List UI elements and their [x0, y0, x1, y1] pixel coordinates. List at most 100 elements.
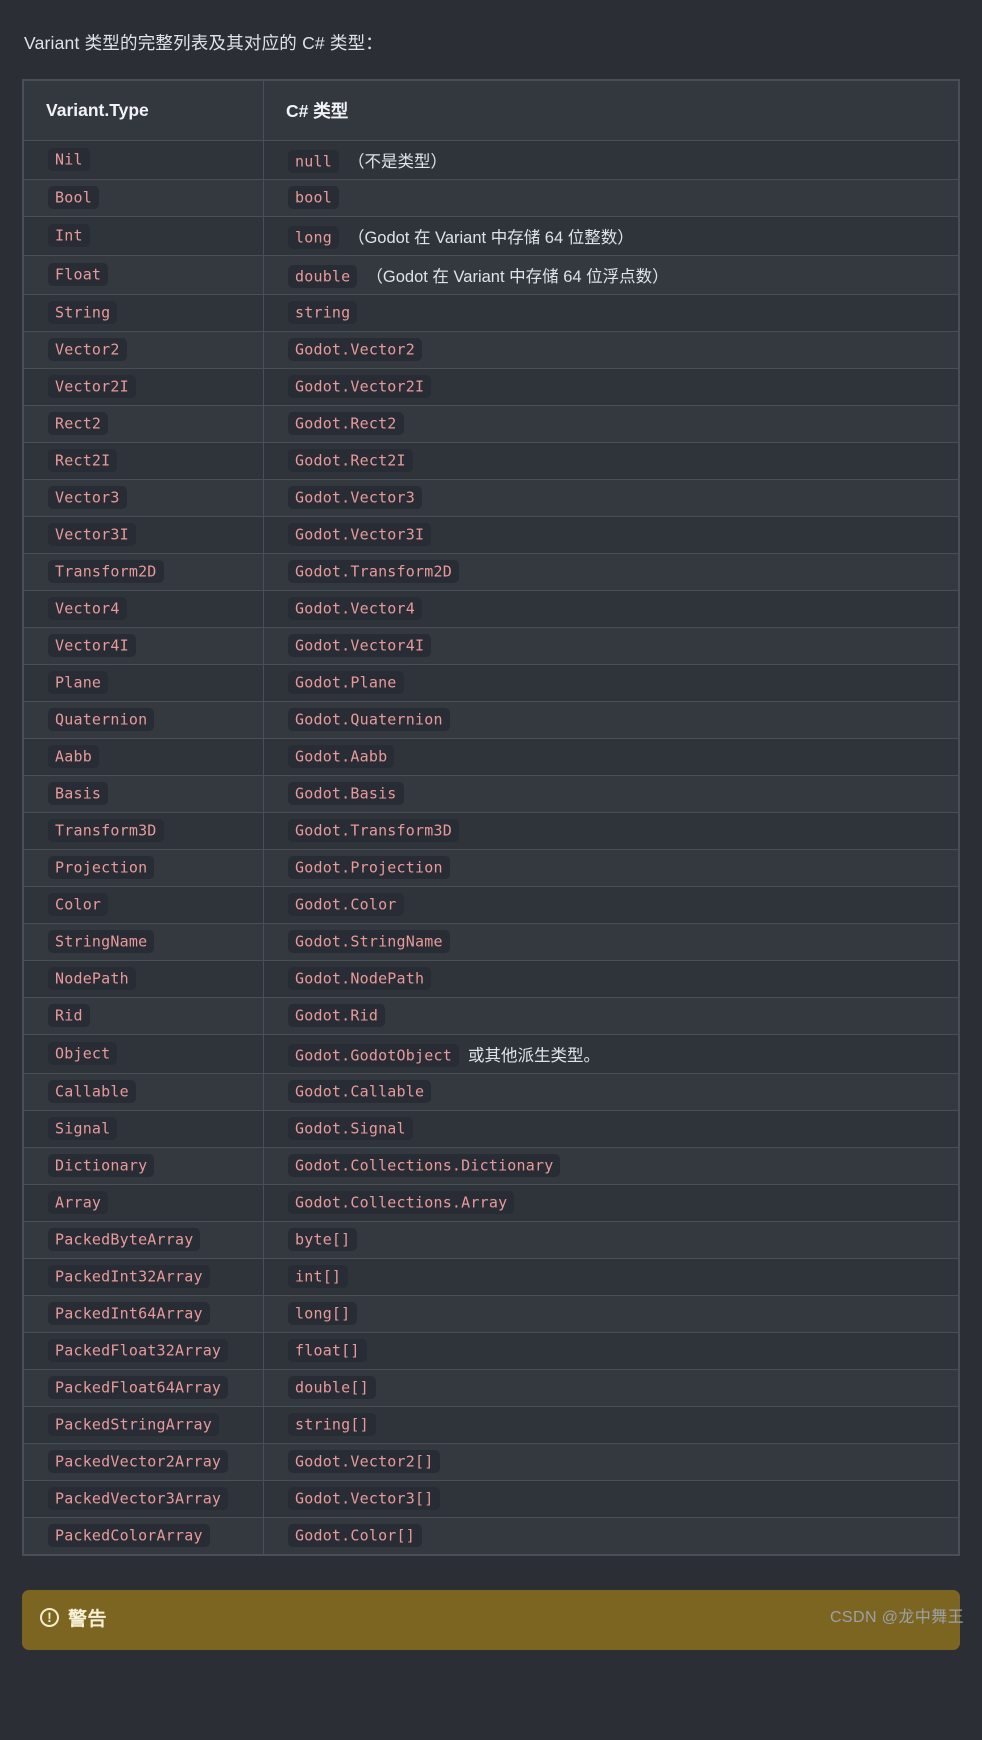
cell-variant-type: Vector4I [23, 626, 264, 665]
csdn-watermark: CSDN @龙中舞王 [829, 1608, 964, 1626]
csharp-type-code: Godot.Rid [288, 1003, 386, 1027]
variant-type-code: Rect2I [48, 448, 118, 472]
csharp-type-code: double[] [288, 1375, 376, 1399]
variant-type-code: Bool [48, 185, 99, 209]
csharp-type-code: Godot.Vector3 [288, 485, 422, 509]
cell-csharp-type: int[] [263, 1257, 959, 1296]
cell-csharp-type: Godot.Quaternion [263, 700, 959, 739]
cell-variant-type: PackedColorArray [23, 1516, 264, 1555]
cell-csharp-type: Godot.GodotObject 或其他派生类型。 [263, 1033, 959, 1074]
cell-csharp-type: float[] [263, 1331, 959, 1370]
variant-type-code: Quaternion [48, 707, 155, 731]
table-row: Vector2 Godot.Vector2 [23, 330, 959, 369]
cell-variant-type: Array [23, 1183, 264, 1222]
csharp-type-code: Godot.Vector3[] [288, 1486, 441, 1510]
csharp-type-code: Godot.Projection [288, 855, 450, 879]
cell-variant-type: Basis [23, 774, 264, 813]
cell-variant-type: NodePath [23, 959, 264, 998]
csharp-type-code: Godot.Color [288, 892, 404, 916]
table-row: PackedStringArray string[] [23, 1405, 959, 1444]
cell-variant-type: Rect2 [23, 404, 264, 443]
variant-type-code: Vector3 [48, 485, 127, 509]
cell-csharp-type: Godot.Transform3D [263, 811, 959, 850]
cell-variant-type: Signal [23, 1109, 264, 1148]
table-row: Rect2I Godot.Rect2I [23, 441, 959, 480]
cell-csharp-type: long[] [263, 1294, 959, 1333]
cell-csharp-type: Godot.Vector2 [263, 330, 959, 369]
variant-type-code: Dictionary [48, 1153, 155, 1177]
variant-type-code: Int [48, 223, 90, 247]
cell-csharp-type: Godot.Vector3I [263, 515, 959, 554]
table-row: PackedFloat64Array double[] [23, 1368, 959, 1407]
csharp-type-note: 或其他派生类型。 [467, 1046, 600, 1065]
csharp-type-code: Godot.Vector2I [288, 374, 432, 398]
variant-type-code: Vector3I [48, 522, 136, 546]
cell-csharp-type: Godot.NodePath [263, 959, 959, 998]
cell-variant-type: Object [23, 1033, 264, 1074]
cell-csharp-type: double[] [263, 1368, 959, 1407]
variant-type-code: PackedColorArray [48, 1523, 210, 1547]
table-header-row: Variant.Type C# 类型 [23, 79, 959, 141]
cell-csharp-type: Godot.Collections.Dictionary [263, 1146, 959, 1185]
csharp-type-code: Godot.Collections.Array [288, 1190, 515, 1214]
csharp-type-code: Godot.Color[] [288, 1523, 422, 1547]
table-body: Nil null （不是类型） Bool bool Int long （Godot 在 Var… [23, 139, 959, 1555]
csharp-type-code: Godot.Transform2D [288, 559, 459, 583]
table-row: Projection Godot.Projection [23, 848, 959, 887]
page-content: Variant 类型的完整列表及其对应的 C# 类型： Variant.Type… [0, 18, 982, 1650]
table-row: StringName Godot.StringName [23, 922, 959, 961]
cell-variant-type: Bool [23, 178, 264, 217]
table-row: Vector4 Godot.Vector4 [23, 589, 959, 628]
cell-csharp-type: string[] [263, 1405, 959, 1444]
table-row: Signal Godot.Signal [23, 1109, 959, 1148]
csharp-type-code: string [288, 300, 358, 324]
table-row: Vector2I Godot.Vector2I [23, 367, 959, 406]
variant-type-table-wrapper: Variant.Type C# 类型 Nil null （不是类型） Bool bool… [22, 78, 960, 1556]
variant-type-code: Transform2D [48, 559, 164, 583]
cell-csharp-type: Godot.Vector4 [263, 589, 959, 628]
cell-variant-type: Vector4 [23, 589, 264, 628]
csharp-type-code: long[] [288, 1301, 358, 1325]
cell-variant-type: StringName [23, 922, 264, 961]
table-row: Bool bool [23, 178, 959, 217]
cell-variant-type: PackedVector3Array [23, 1479, 264, 1518]
variant-type-code: Vector2 [48, 337, 127, 361]
cell-variant-type: Rect2I [23, 441, 264, 480]
variant-type-code: String [48, 300, 118, 324]
cell-csharp-type: Godot.Aabb [263, 737, 959, 776]
variant-type-code: Color [48, 892, 109, 916]
cell-csharp-type: Godot.StringName [263, 922, 959, 961]
table-row: Rect2 Godot.Rect2 [23, 404, 959, 443]
csharp-type-code: int[] [288, 1264, 349, 1288]
table-row: Vector4I Godot.Vector4I [23, 626, 959, 665]
page-intro-text: Variant 类型的完整列表及其对应的 C# 类型： [24, 32, 384, 53]
variant-type-code: Array [48, 1190, 109, 1214]
variant-type-code: Rid [48, 1003, 90, 1027]
cell-variant-type: Vector2 [23, 330, 264, 369]
cell-csharp-type: Godot.Callable [263, 1072, 959, 1111]
csharp-type-code: string[] [288, 1412, 376, 1436]
variant-type-code: Callable [48, 1079, 136, 1103]
table-row: Array Godot.Collections.Array [23, 1183, 959, 1222]
table-row: Vector3I Godot.Vector3I [23, 515, 959, 554]
cell-csharp-type: Godot.Color[] [263, 1516, 959, 1555]
cell-csharp-type: bool [263, 178, 959, 217]
csharp-type-note: （不是类型） [347, 152, 447, 171]
variant-type-code: StringName [48, 929, 155, 953]
cell-variant-type: Aabb [23, 737, 264, 776]
cell-variant-type: Vector2I [23, 367, 264, 406]
cell-variant-type: Vector3I [23, 515, 264, 554]
variant-type-code: PackedVector2Array [48, 1449, 229, 1473]
table-row: Object Godot.GodotObject 或其他派生类型。 [23, 1033, 959, 1074]
cell-variant-type: PackedInt32Array [23, 1257, 264, 1296]
cell-variant-type: PackedInt64Array [23, 1294, 264, 1333]
variant-type-code: Object [48, 1041, 118, 1065]
csharp-type-code: Godot.Collections.Dictionary [288, 1153, 561, 1177]
cell-csharp-type: Godot.Basis [263, 774, 959, 813]
table-row: PackedInt32Array int[] [23, 1257, 959, 1296]
variant-type-code: NodePath [48, 966, 136, 990]
cell-variant-type: PackedFloat64Array [23, 1368, 264, 1407]
cell-variant-type: Transform2D [23, 552, 264, 591]
column-header-csharp-type: C# 类型 [263, 79, 959, 141]
variant-type-code: PackedByteArray [48, 1227, 201, 1251]
